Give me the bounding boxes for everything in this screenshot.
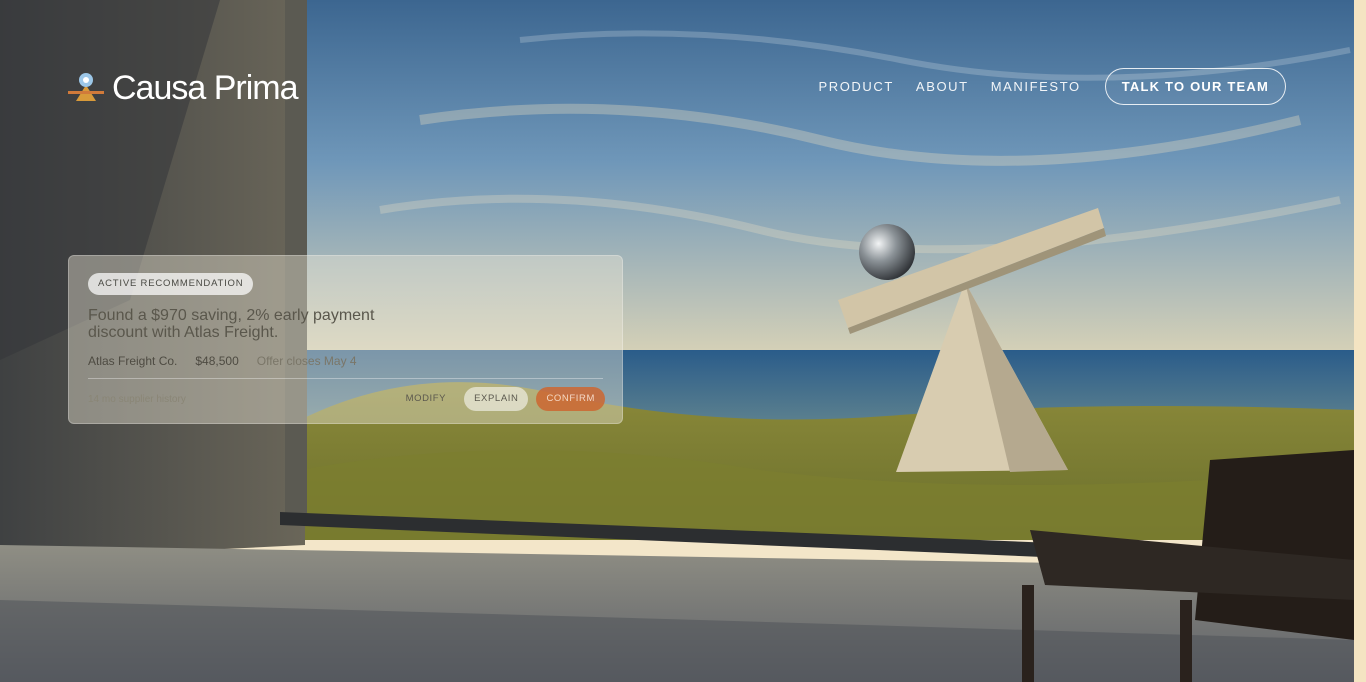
location-pin-icon — [68, 73, 104, 101]
talk-to-team-button[interactable]: TALK TO OUR TEAM — [1104, 68, 1286, 105]
confirm-button[interactable]: CONFIRM — [536, 387, 605, 411]
main-nav: PRODUCT ABOUT MANIFESTO TALK TO OUR TEAM — [818, 68, 1286, 105]
recommendation-card: ACTIVE RECOMMENDATION Found a $970 savin… — [68, 255, 623, 424]
explain-button[interactable]: EXPLAIN — [464, 387, 529, 411]
brand-logo[interactable]: Causa Prima — [68, 69, 299, 107]
card-footer: 14 mo supplier history MODIFY EXPLAIN CO… — [88, 387, 605, 411]
recommendation-meta: Atlas Freight Co. $48,500 Offer closes M… — [88, 354, 603, 368]
nav-product[interactable]: PRODUCT — [818, 79, 893, 94]
invoice-amount: $48,500 — [195, 354, 239, 368]
supplier-name: Atlas Freight Co. — [88, 354, 178, 368]
card-divider — [88, 378, 603, 379]
page-edge — [1354, 0, 1366, 682]
supplier-history: 14 mo supplier history — [88, 393, 186, 405]
modify-button[interactable]: MODIFY — [396, 387, 457, 411]
card-actions: MODIFY EXPLAIN CONFIRM — [396, 387, 605, 411]
brand-name: Causa Prima — [112, 69, 299, 107]
nav-about[interactable]: ABOUT — [916, 79, 969, 94]
offer-deadline: Offer closes May 4 — [256, 354, 357, 368]
nav-manifesto[interactable]: MANIFESTO — [991, 79, 1081, 94]
status-badge: ACTIVE RECOMMENDATION — [88, 273, 254, 295]
recommendation-headline: Found a $970 saving, 2% early payment di… — [88, 307, 375, 341]
